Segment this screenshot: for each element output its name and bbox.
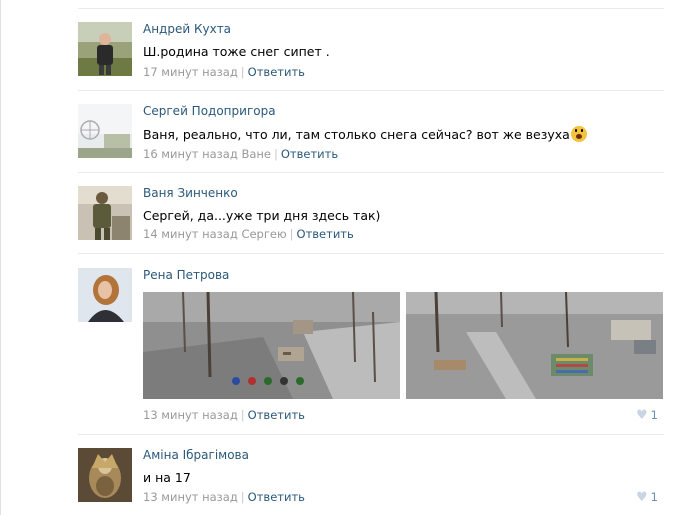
comment-divider bbox=[78, 253, 664, 254]
comment-time[interactable]: 13 минут назад bbox=[143, 490, 238, 504]
reply-link[interactable]: Ответить bbox=[281, 147, 338, 161]
comment-divider bbox=[78, 90, 664, 91]
comment-time[interactable]: 13 минут назад bbox=[143, 408, 238, 422]
comment-meta: 16 минут назад Ване | Ответить bbox=[143, 147, 338, 161]
avatar[interactable] bbox=[78, 186, 132, 240]
like-button[interactable]: ♥ 1 bbox=[636, 408, 658, 423]
meta-separator: | bbox=[273, 147, 278, 161]
top-divider bbox=[78, 8, 664, 9]
comment-text: Сергей, да...уже три дня здесь так) bbox=[143, 208, 381, 223]
comment-time[interactable]: 17 минут назад bbox=[143, 65, 238, 79]
comment-divider bbox=[78, 434, 664, 435]
reply-link[interactable]: Ответить bbox=[248, 408, 305, 422]
reply-link[interactable]: Ответить bbox=[248, 490, 305, 504]
comment-item: Андрей Кухта Ш.родина тоже снег сипет . … bbox=[78, 22, 664, 96]
avatar[interactable] bbox=[78, 448, 132, 502]
comment-author-link[interactable]: Рена Петрова bbox=[143, 268, 664, 282]
comment-item: Аміна Ібрагімова и на 17 13 минут назад |… bbox=[78, 448, 664, 515]
meta-separator: | bbox=[240, 65, 245, 79]
avatar[interactable] bbox=[78, 22, 132, 76]
comment-item: Сергей Подопригора Ваня, реально, что ли… bbox=[78, 104, 664, 178]
comment-time[interactable]: 16 минут назад bbox=[143, 147, 238, 161]
comment-meta: 17 минут назад | Ответить bbox=[143, 65, 305, 79]
comment-text: и на 17 bbox=[143, 470, 191, 485]
attached-photo[interactable] bbox=[143, 292, 400, 399]
attached-photo[interactable] bbox=[406, 292, 663, 399]
avatar[interactable] bbox=[78, 268, 132, 322]
like-count: 1 bbox=[650, 490, 658, 504]
page-left-border bbox=[0, 0, 1, 515]
comment-meta: 13 минут назад | Ответить bbox=[143, 408, 305, 422]
comment-author-link[interactable]: Ваня Зинченко bbox=[143, 186, 664, 200]
meta-separator: | bbox=[240, 490, 245, 504]
comment-text: Ваня, реально, что ли, там столько снега… bbox=[143, 127, 570, 142]
reply-addressee[interactable]: Ване bbox=[241, 147, 271, 161]
meta-separator: | bbox=[289, 227, 294, 241]
comment-item: Ваня Зинченко Сергей, да...уже три дня з… bbox=[78, 186, 664, 260]
comment-item: Рена Петрова 13 минут назад | Ответить ♥… bbox=[78, 268, 664, 435]
avatar[interactable] bbox=[78, 104, 132, 158]
comment-author-link[interactable]: Андрей Кухта bbox=[143, 22, 664, 36]
reply-link[interactable]: Ответить bbox=[248, 65, 305, 79]
meta-separator: | bbox=[240, 408, 245, 422]
heart-icon: ♥ bbox=[636, 408, 648, 423]
comment-text: Ш.родина тоже снег сипет . bbox=[143, 44, 330, 59]
reply-addressee[interactable]: Сергею bbox=[241, 227, 286, 241]
comment-author-link[interactable]: Аміна Ібрагімова bbox=[143, 448, 664, 462]
reply-link[interactable]: Ответить bbox=[297, 227, 354, 241]
heart-icon: ♥ bbox=[636, 490, 648, 505]
like-count: 1 bbox=[650, 408, 658, 422]
comment-time[interactable]: 14 минут назад bbox=[143, 227, 238, 241]
comment-meta: 13 минут назад | Ответить bbox=[143, 490, 305, 504]
comment-meta: 14 минут назад Сергею | Ответить bbox=[143, 227, 354, 241]
comment-divider bbox=[78, 172, 664, 173]
comment-text-row: Ваня, реально, что ли, там столько снега… bbox=[143, 126, 664, 143]
like-button[interactable]: ♥ 1 bbox=[636, 490, 658, 505]
screaming-face-emoji-icon bbox=[570, 126, 587, 142]
comment-author-link[interactable]: Сергей Подопригора bbox=[143, 104, 664, 118]
